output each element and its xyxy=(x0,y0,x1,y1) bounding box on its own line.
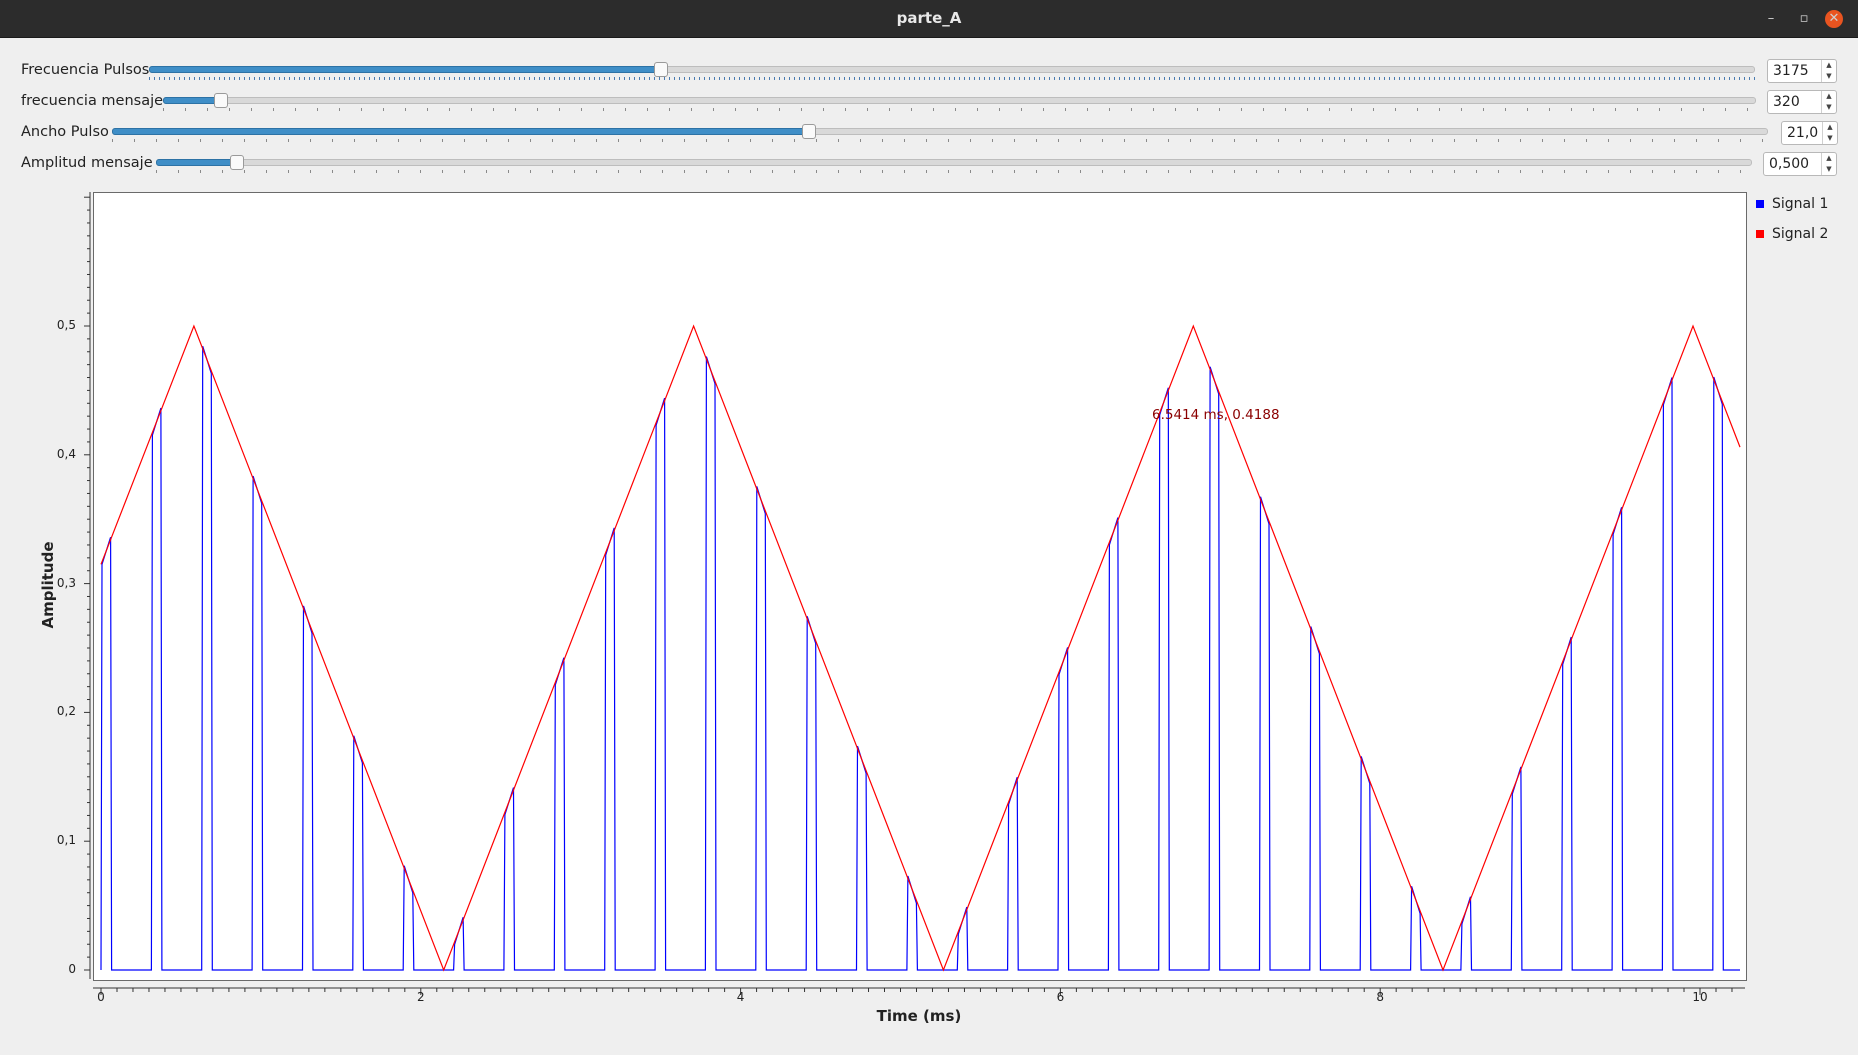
x-axis-label-container: Time (ms) xyxy=(0,1006,1858,1025)
y-tick-label: 0 xyxy=(68,962,76,976)
x-tick-label: 2 xyxy=(416,990,425,1004)
legend-label: Signal 1 xyxy=(1772,196,1829,212)
x-tick-label: 0 xyxy=(97,990,105,1004)
y-axis-label: Amplitude xyxy=(39,541,57,629)
x-tick-label: 10 xyxy=(1692,990,1708,1004)
x-tick-label: 8 xyxy=(1376,990,1384,1004)
signal-2-line xyxy=(100,324,1741,972)
y-tick-label: 0,2 xyxy=(56,704,76,719)
x-axis-label: Time (ms) xyxy=(876,1007,962,1025)
legend-label: Signal 2 xyxy=(1772,226,1829,242)
x-tick-label: 4 xyxy=(736,990,745,1004)
signal-1-line xyxy=(100,346,1740,971)
cursor-marker-label: 6.5414 ms, 0.4188 xyxy=(1152,407,1280,423)
y-tick-label: 0,4 xyxy=(56,446,76,461)
legend-swatch xyxy=(1756,200,1764,208)
legend-swatch xyxy=(1756,230,1764,238)
x-tick-label: 6 xyxy=(1056,990,1065,1004)
chart-svg xyxy=(84,192,1745,995)
y-tick-label: 0,1 xyxy=(56,833,76,848)
y-tick-label: 0,5 xyxy=(56,318,76,332)
